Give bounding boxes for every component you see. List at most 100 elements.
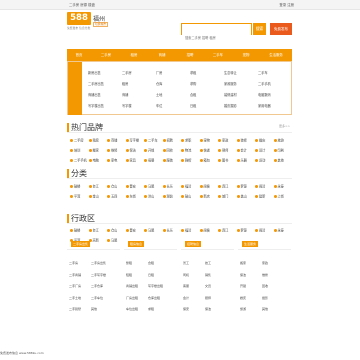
column-link[interactable]: 二手别墅 (69, 307, 81, 312)
tag-link[interactable]: 新店 (199, 195, 210, 199)
tag-link[interactable]: 运动 (255, 159, 265, 163)
tag-link[interactable]: 马尾 (144, 229, 154, 233)
search-input[interactable] (182, 33, 251, 43)
category-link[interactable]: 写字楼出售 (88, 104, 104, 109)
category-link[interactable]: 婚庆摄影 (224, 104, 237, 109)
category-link[interactable]: 二手车 (258, 71, 268, 76)
tag-link[interactable]: 旅游 (273, 139, 284, 143)
search-button[interactable]: 搜索 (253, 23, 266, 35)
column-link[interactable]: 保安 (183, 307, 189, 312)
tag-link[interactable]: 长乐 (162, 229, 173, 233)
tag-link[interactable]: 物流 (181, 149, 191, 153)
nav-item[interactable]: 生活服务 (262, 49, 290, 61)
column-link[interactable]: 婚庆 (240, 296, 246, 301)
column-link[interactable]: 其他 (262, 307, 268, 312)
column-link[interactable]: 搬家 (240, 261, 246, 266)
tag-link[interactable]: 闽清 (255, 229, 265, 233)
tag-link[interactable]: 二手车 (144, 139, 158, 143)
category-link[interactable]: 厂房 (156, 71, 162, 76)
column-link[interactable]: 文员 (205, 284, 211, 289)
column-link[interactable]: 技工 (205, 261, 211, 266)
column-link[interactable]: 摄影 (262, 296, 268, 301)
tag-link[interactable]: 罗源 (236, 185, 247, 189)
login-links[interactable]: 登录 注册 (279, 3, 294, 7)
tag-link[interactable]: 仓山 (107, 185, 117, 189)
category-link[interactable]: 土地 (156, 93, 162, 98)
column-link[interactable]: 车位出租 (126, 307, 138, 312)
nav-item[interactable]: 商铺 (150, 49, 174, 61)
top-links[interactable]: 二手房 房源 楼盘 (69, 3, 95, 7)
tag-link[interactable]: 平潭 (70, 195, 80, 199)
category-link[interactable]: 二手房出售 (88, 82, 104, 87)
category-link[interactable]: 求购 (190, 82, 196, 87)
tag-link[interactable]: 晋安 (125, 185, 136, 189)
category-link[interactable]: 家用电器 (258, 104, 271, 109)
column-link[interactable]: 家政 (262, 261, 268, 266)
tag-link[interactable]: 马尾 (144, 185, 154, 189)
site-logo[interactable]: 588 (67, 12, 91, 25)
nav-item[interactable]: 二手房 (94, 49, 118, 61)
category-link[interactable]: 家政服务 (224, 82, 237, 87)
tag-link[interactable]: 会计 (236, 149, 247, 153)
tag-link[interactable]: 箱包 (199, 159, 210, 163)
post-button[interactable]: 免费发布 (270, 23, 292, 35)
column-link[interactable]: 二手写字楼 (91, 273, 106, 278)
category-link[interactable]: 新房出售 (88, 71, 101, 76)
column-link[interactable]: 求租 (148, 307, 154, 312)
column-chip[interactable]: 租房信息 (128, 241, 145, 247)
tag-link[interactable]: 连江 (218, 185, 228, 189)
tag-link[interactable]: 晋安 (125, 229, 136, 233)
switch-city-link[interactable]: 切换城市 (93, 22, 109, 28)
tag-link[interactable]: 东街 (125, 195, 136, 199)
tag-link[interactable]: 连江 (218, 229, 228, 233)
column-link[interactable]: 整租 (126, 261, 132, 266)
tag-link[interactable]: 商铺 (107, 139, 117, 143)
column-link[interactable]: 普工 (183, 261, 189, 266)
column-chip[interactable]: 二手房出售 (71, 241, 91, 247)
column-link[interactable]: 二手厂房 (69, 284, 81, 289)
tag-link[interactable]: 家具 (125, 159, 136, 163)
column-link[interactable]: 二手车位 (91, 296, 103, 301)
nav-item[interactable]: 二手车 (206, 49, 230, 61)
tag-link[interactable]: 求职 (181, 139, 191, 143)
tag-link[interactable]: 律师 (218, 149, 228, 153)
tag-link[interactable]: 五四 (107, 195, 117, 199)
tag-link[interactable]: 台江 (88, 229, 99, 233)
tag-link[interactable]: 鼓楼 (70, 229, 80, 233)
tag-link[interactable]: 湖前 (162, 195, 173, 199)
tag-link[interactable]: 闽侯 (199, 185, 210, 189)
tag-link[interactable]: 金山 (88, 195, 99, 199)
nav-item[interactable]: 租房 (122, 49, 146, 61)
column-link[interactable]: 二手房出售 (91, 261, 106, 266)
column-link[interactable]: 厨师 (205, 296, 211, 301)
column-link[interactable]: 仓库出租 (148, 296, 160, 301)
tag-link[interactable]: 福清 (181, 229, 191, 233)
column-link[interactable]: 旅游 (240, 307, 246, 312)
category-link[interactable]: 电脑数码 (258, 93, 271, 98)
column-link[interactable]: 商铺出租 (126, 284, 138, 289)
column-link[interactable]: 短租 (126, 273, 132, 278)
nav-item[interactable]: 宠物 (234, 49, 258, 61)
tag-link[interactable]: 闽侯 (199, 229, 210, 233)
tag-link[interactable]: 洪山 (144, 195, 154, 199)
tag-link[interactable]: 家电 (107, 159, 117, 163)
hot-more-link[interactable]: 更多>> (279, 124, 290, 129)
tag-link[interactable]: 长乐 (162, 185, 173, 189)
column-link[interactable]: 二手房 (69, 261, 78, 266)
tag-link[interactable]: 城门 (218, 195, 228, 199)
tag-link[interactable]: 开锁 (144, 149, 154, 153)
column-link[interactable]: 合租 (148, 261, 154, 266)
tag-link[interactable]: 家政 (218, 139, 228, 143)
tag-link[interactable]: 印刷 (273, 149, 284, 153)
tag-link[interactable]: 培训 (70, 149, 80, 153)
tag-link[interactable]: 罗源 (236, 229, 247, 233)
tag-link[interactable]: 保洁 (125, 149, 136, 153)
tag-link[interactable]: 台江 (88, 185, 99, 189)
nav-item[interactable]: 招聘 (178, 49, 202, 61)
tag-link[interactable]: 婚庆 (255, 139, 265, 143)
column-link[interactable]: 日租 (148, 273, 154, 278)
tag-link[interactable]: 装修 (236, 139, 247, 143)
tag-link[interactable]: 回收 (162, 149, 173, 153)
category-link[interactable]: 日租 (190, 104, 196, 109)
tag-link[interactable]: 维修 (107, 149, 117, 153)
